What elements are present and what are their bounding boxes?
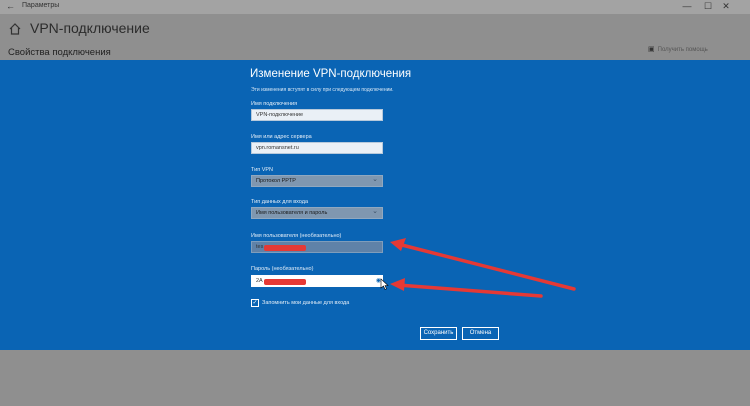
edit-vpn-dialog: Изменение VPN-подключения Эти изменения …: [0, 60, 750, 350]
help-link-label: Получить помощь: [657, 47, 708, 53]
vpn-type-select[interactable]: Протокол PPTP: [251, 175, 383, 187]
eye-icon[interactable]: ◉: [374, 275, 383, 287]
close-button[interactable]: ✕: [719, 1, 733, 12]
signin-type-value: Имя пользователя и пароль: [256, 210, 328, 216]
username-value: tes: [256, 244, 264, 250]
maximize-button[interactable]: ☐: [701, 1, 715, 12]
signin-type-label: Тип данных для входа: [251, 199, 309, 205]
home-icon[interactable]: [8, 22, 22, 36]
cancel-button[interactable]: Отмена: [462, 327, 499, 340]
section-title: Свойства подключения: [8, 47, 111, 58]
title-bar: ← Параметры — ☐ ✕: [0, 0, 750, 14]
username-input[interactable]: tes: [251, 241, 383, 253]
dialog-description: Эти изменения вступят в силу при следующ…: [251, 87, 394, 93]
page-title: VPN-подключение: [30, 20, 150, 36]
dimmed-background: [0, 350, 750, 406]
username-label: Имя пользователя (необязательно): [251, 233, 342, 239]
vpn-type-value: Протокол PPTP: [256, 178, 296, 184]
save-button[interactable]: Сохранить: [420, 327, 457, 340]
connection-name-value: VPN-подключение: [256, 112, 304, 118]
server-label: Имя или адрес сервера: [251, 134, 312, 140]
server-input[interactable]: vpn.romansnet.ru: [251, 142, 383, 154]
username-redaction: [264, 245, 306, 251]
help-link[interactable]: ▣ Получить помощь: [648, 45, 708, 53]
window-title: Параметры: [22, 2, 60, 9]
password-label: Пароль (необязательно): [251, 266, 314, 272]
connection-name-label: Имя подключения: [251, 101, 298, 107]
remember-checkbox[interactable]: ✓: [251, 299, 259, 307]
password-input[interactable]: 2A: [251, 275, 374, 287]
signin-type-select[interactable]: Имя пользователя и пароль: [251, 207, 383, 219]
password-redaction: [264, 279, 306, 285]
remember-label: Запомнить мои данные для входа: [262, 300, 350, 306]
dialog-title: Изменение VPN-подключения: [250, 68, 412, 80]
back-arrow-icon[interactable]: ←: [6, 1, 15, 11]
password-value: 2A: [256, 278, 263, 284]
connection-name-input[interactable]: VPN-подключение: [251, 109, 383, 121]
chat-help-icon: ▣: [648, 46, 655, 53]
vpn-type-label: Тип VPN: [251, 167, 274, 173]
server-value: vpn.romansnet.ru: [256, 145, 299, 151]
minimize-button[interactable]: —: [680, 1, 694, 11]
